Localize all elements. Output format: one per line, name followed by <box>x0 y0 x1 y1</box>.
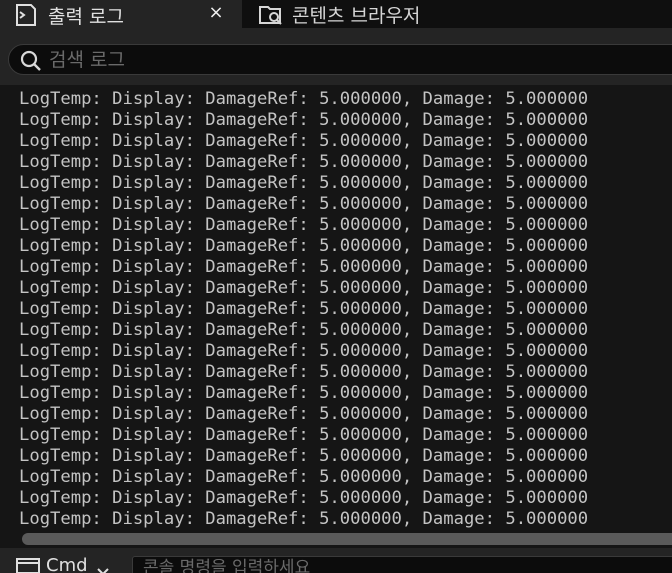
log-line: LogTemp: Display: DamageRef: 5.000000, D… <box>19 278 589 298</box>
log-line: LogTemp: Display: DamageRef: 5.000000, D… <box>19 257 589 277</box>
log-line: LogTemp: Display: DamageRef: 5.000000, D… <box>19 236 589 256</box>
log-line: LogTemp: Display: DamageRef: 5.000000, D… <box>19 446 589 466</box>
command-input-box[interactable] <box>132 556 672 573</box>
horizontal-scrollbar[interactable] <box>8 530 672 548</box>
tab-close-button[interactable]: × <box>206 1 226 25</box>
output-log-window: 출력 로그 × 콘텐츠 브라우저 검색 로그 LogTemp: Display:… <box>0 0 672 573</box>
chevron-down-icon[interactable] <box>96 562 110 573</box>
log-line: LogTemp: Display: DamageRef: 5.000000, D… <box>19 509 589 529</box>
log-line: LogTemp: Display: DamageRef: 5.000000, D… <box>19 404 589 424</box>
close-icon: × <box>208 2 224 23</box>
log-line: LogTemp: Display: DamageRef: 5.000000, D… <box>19 215 589 235</box>
log-line: LogTemp: Display: DamageRef: 5.000000, D… <box>19 110 589 130</box>
console-icon[interactable] <box>16 558 40 573</box>
search-box[interactable] <box>8 44 672 75</box>
log-line: LogTemp: Display: DamageRef: 5.000000, D… <box>19 299 589 319</box>
log-line: LogTemp: Display: DamageRef: 5.000000, D… <box>19 320 589 340</box>
command-bar: Cmd <box>0 548 672 573</box>
output-log-icon <box>14 3 40 27</box>
log-line: LogTemp: Display: DamageRef: 5.000000, D… <box>19 467 589 487</box>
log-line: LogTemp: Display: DamageRef: 5.000000, D… <box>19 173 589 193</box>
log-panel[interactable]: LogTemp: Display: DamageRef: 5.000000, D… <box>8 85 672 530</box>
log-line: LogTemp: Display: DamageRef: 5.000000, D… <box>19 425 589 445</box>
search-input[interactable] <box>49 46 649 73</box>
scrollbar-thumb[interactable] <box>22 533 672 545</box>
tab-output-log-label: 출력 로그 <box>48 5 124 28</box>
log-line: LogTemp: Display: DamageRef: 5.000000, D… <box>19 131 589 151</box>
search-icon <box>19 49 43 73</box>
log-line: LogTemp: Display: DamageRef: 5.000000, D… <box>19 383 589 403</box>
content-browser-icon <box>258 2 284 26</box>
tab-content-browser-label: 콘텐츠 브라우저 <box>292 4 421 27</box>
log-line: LogTemp: Display: DamageRef: 5.000000, D… <box>19 341 589 361</box>
log-line: LogTemp: Display: DamageRef: 5.000000, D… <box>19 488 589 508</box>
cmd-dropdown-label[interactable]: Cmd <box>46 556 88 573</box>
log-line: LogTemp: Display: DamageRef: 5.000000, D… <box>19 362 589 382</box>
log-line: LogTemp: Display: DamageRef: 5.000000, D… <box>19 194 589 214</box>
log-line: LogTemp: Display: DamageRef: 5.000000, D… <box>19 152 589 172</box>
command-input[interactable] <box>143 557 663 573</box>
log-line: LogTemp: Display: DamageRef: 5.000000, D… <box>19 89 589 109</box>
search-row <box>0 28 672 85</box>
tab-content-browser[interactable]: 콘텐츠 브라우저 <box>244 0 672 28</box>
tab-bar: 출력 로그 × 콘텐츠 브라우저 <box>0 0 672 28</box>
